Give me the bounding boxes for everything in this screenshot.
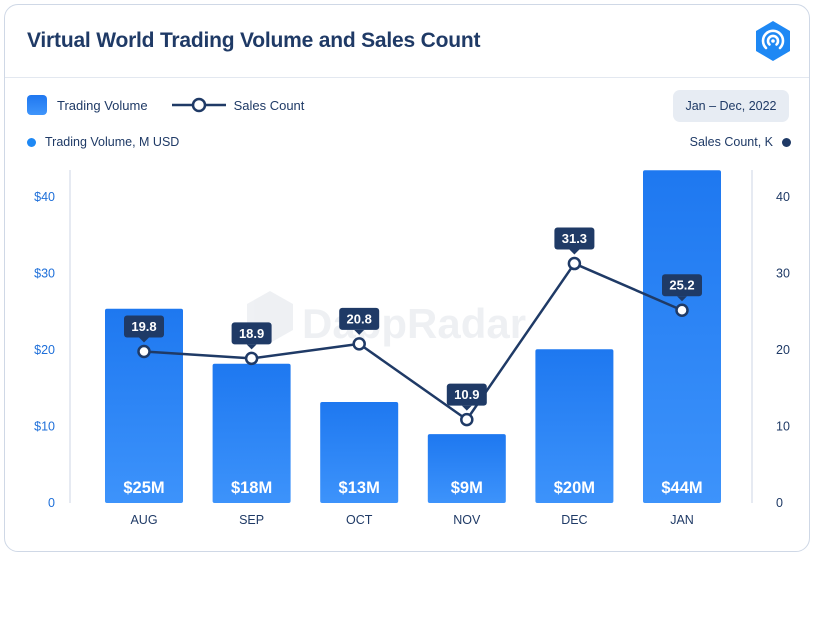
bar-value-label: $44M	[661, 479, 702, 497]
sales-count-point	[567, 256, 582, 271]
sales-count-data-label: 19.8	[131, 319, 156, 334]
right-axis-tick-label: 40	[776, 190, 790, 204]
left-axis-tick-label: $30	[34, 267, 55, 281]
data-label-pointer	[246, 344, 257, 350]
bar-value-label: $9M	[451, 479, 483, 497]
bar-value-label: $20M	[554, 479, 595, 497]
left-axis-tick-label: $20	[34, 343, 55, 357]
left-axis-tick-label: $40	[34, 190, 55, 204]
sales-count-point	[244, 351, 259, 366]
left-axis-tick-label: 0	[48, 496, 55, 510]
sales-count-point	[352, 337, 366, 351]
right-axis-tick-label: 30	[776, 267, 790, 281]
bar-value-label: $13M	[339, 479, 380, 497]
bar-value-label: $18M	[231, 479, 272, 497]
x-axis-tick-label: DEC	[561, 513, 587, 527]
watermark-logo: DappRadar	[247, 291, 526, 347]
sales-count-data-label: 31.3	[562, 231, 587, 246]
sales-count-data-label: 20.8	[347, 311, 372, 326]
x-axis-tick-label: AUG	[130, 513, 157, 527]
sales-count-point	[137, 344, 151, 359]
bar-jan	[643, 170, 721, 503]
left-axis-tick-label: $10	[34, 420, 55, 434]
right-axis-tick-label: 0	[776, 496, 783, 510]
bar-value-label: $25M	[123, 479, 164, 497]
data-label-pointer	[461, 405, 472, 411]
sales-count-data-label: 10.9	[454, 387, 479, 402]
right-axis-tick-label: 10	[776, 420, 790, 434]
chart-plot: DappRadar 0 $10 $20 $30 $40 0 10 20 30 40 $25M $18M $…	[34, 170, 790, 527]
x-axis-tick-label: OCT	[346, 513, 373, 527]
data-label-pointer	[569, 249, 580, 255]
x-axis-tick-label: JAN	[670, 513, 694, 527]
x-axis-tick-label: SEP	[239, 513, 264, 527]
svg-text:DappRadar: DappRadar	[302, 300, 526, 347]
sales-count-data-label: 25.2	[669, 278, 694, 293]
sales-count-point	[675, 303, 689, 317]
sales-count-point	[460, 412, 474, 427]
right-axis-tick-label: 20	[776, 343, 790, 357]
sales-count-data-label: 18.9	[239, 326, 264, 341]
x-axis-tick-label: NOV	[453, 513, 481, 527]
